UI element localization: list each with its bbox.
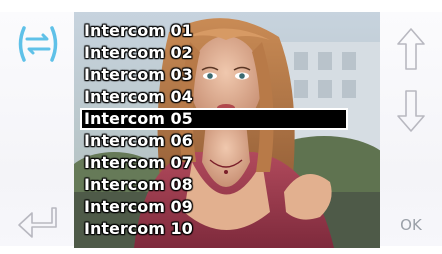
ok-label: OK [400, 216, 422, 234]
list-item-intercom-01[interactable]: Intercom 01 [74, 20, 380, 42]
list-item-intercom-05-selected[interactable]: Intercom 05 [80, 108, 348, 130]
switch-arrows-icon [15, 24, 61, 64]
list-item-intercom-03[interactable]: Intercom 03 [74, 64, 380, 86]
arrow-down-icon [396, 89, 426, 133]
list-item-intercom-06[interactable]: Intercom 06 [74, 130, 380, 152]
camera-view: Intercom 01 Intercom 02 Intercom 03 Inte… [74, 12, 380, 248]
list-item-intercom-02[interactable]: Intercom 02 [74, 42, 380, 64]
ok-button[interactable]: OK [388, 208, 434, 242]
switch-button[interactable] [14, 22, 62, 66]
back-enter-arrow-icon [16, 205, 60, 243]
scroll-down-button[interactable] [388, 86, 434, 136]
list-item-intercom-07[interactable]: Intercom 07 [74, 152, 380, 174]
back-button[interactable] [14, 204, 62, 244]
left-panel [0, 12, 74, 246]
list-item-intercom-09[interactable]: Intercom 09 [74, 196, 380, 218]
right-panel: OK [380, 12, 442, 246]
arrow-up-icon [396, 27, 426, 71]
intercom-list: Intercom 01 Intercom 02 Intercom 03 Inte… [74, 20, 380, 240]
intercom-screen: Intercom 01 Intercom 02 Intercom 03 Inte… [0, 0, 442, 254]
list-item-intercom-10[interactable]: Intercom 10 [74, 218, 380, 240]
list-item-intercom-08[interactable]: Intercom 08 [74, 174, 380, 196]
scroll-up-button[interactable] [388, 24, 434, 74]
list-item-intercom-04[interactable]: Intercom 04 [74, 86, 380, 108]
